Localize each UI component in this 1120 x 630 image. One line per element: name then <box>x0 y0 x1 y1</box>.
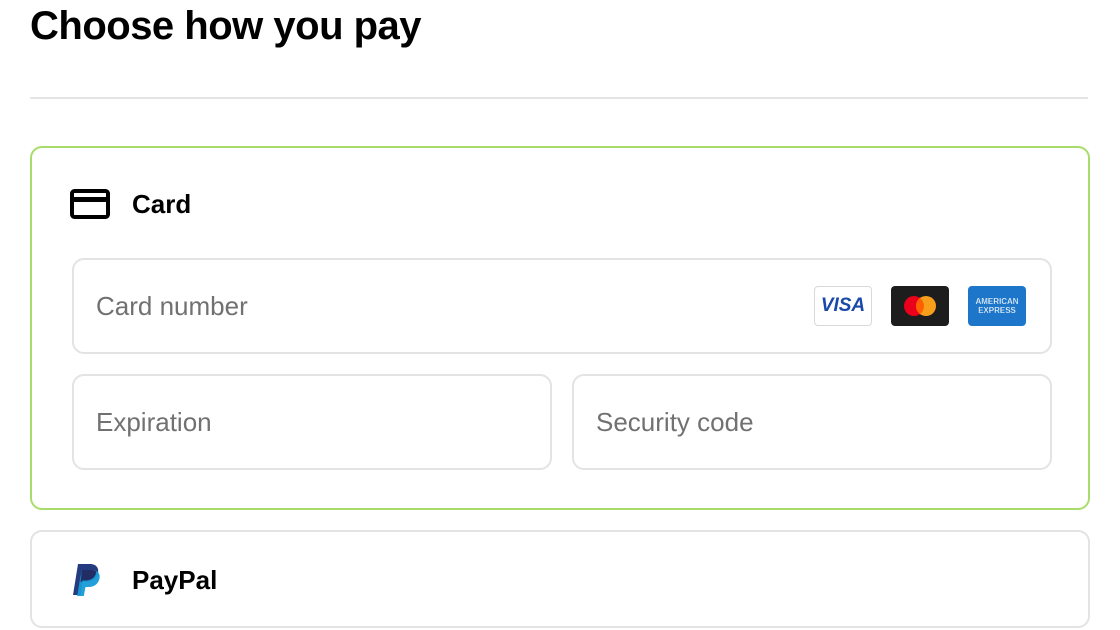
credit-card-icon <box>70 188 110 220</box>
visa-logo: VISA <box>814 286 872 326</box>
paypal-icon <box>70 562 102 598</box>
card-brand-logos: VISA AMERICAN EXPRESS <box>814 286 1026 326</box>
card-method-header[interactable]: Card <box>70 184 191 224</box>
security-code-field[interactable] <box>572 374 1052 470</box>
header-divider <box>30 97 1088 99</box>
amex-logo: AMERICAN EXPRESS <box>968 286 1026 326</box>
card-number-field[interactable]: VISA AMERICAN EXPRESS <box>72 258 1052 354</box>
mastercard-logo <box>891 286 949 326</box>
paypal-method-label: PayPal <box>132 564 218 595</box>
paypal-method-header[interactable]: PayPal <box>70 558 217 602</box>
expiration-input[interactable] <box>96 406 550 438</box>
amex-logo-line1: AMERICAN <box>975 297 1019 306</box>
expiration-field[interactable] <box>72 374 552 470</box>
security-code-input[interactable] <box>596 406 1050 438</box>
visa-logo-text: VISA <box>820 295 866 316</box>
card-method-label: Card <box>132 188 192 219</box>
page-title: Choose how you pay <box>30 4 422 48</box>
amex-logo-line2: EXPRESS <box>978 306 1016 315</box>
paypal-method-card[interactable]: PayPal <box>30 530 1090 628</box>
payment-method-card[interactable]: Card VISA AMERICAN EXPRESS <box>30 146 1090 510</box>
